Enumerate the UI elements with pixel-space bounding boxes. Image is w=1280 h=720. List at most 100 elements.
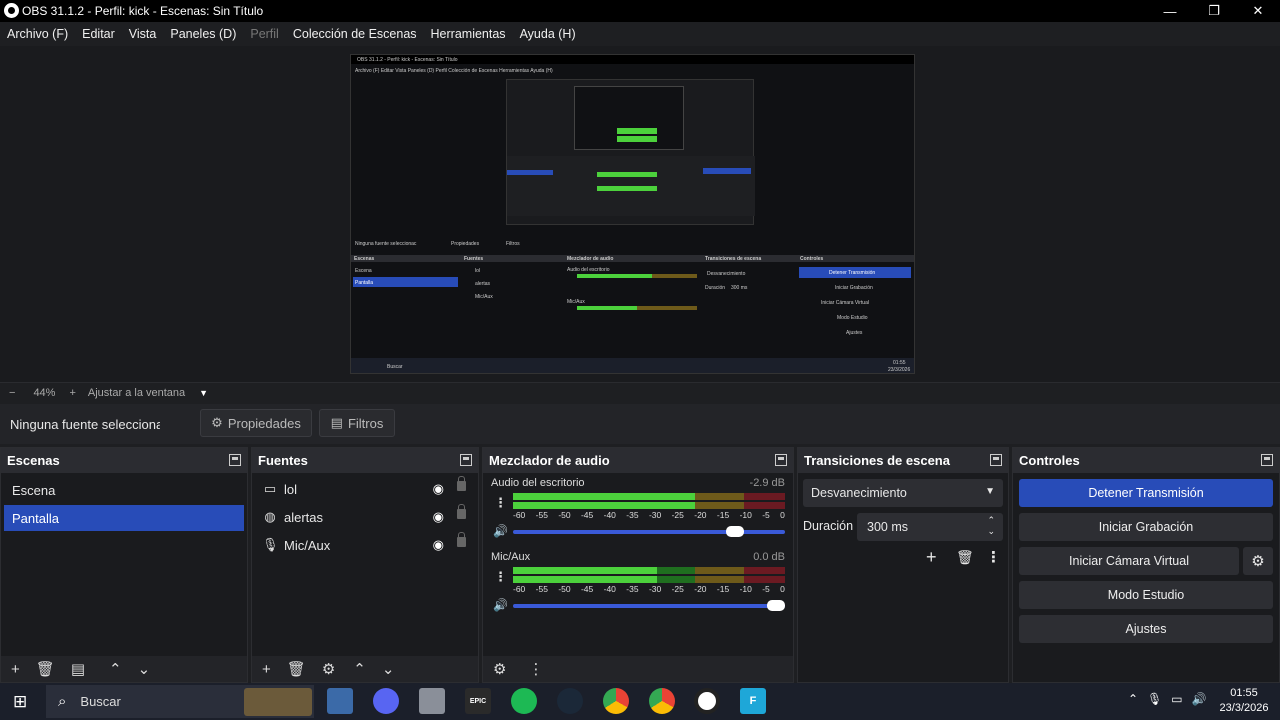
zoom-in-button[interactable]: + <box>69 387 75 399</box>
trash-icon[interactable]: 🗑 <box>287 660 306 678</box>
window-title: OBS 31.1.2 - Perfil: kick - Escenas: Sin… <box>22 4 264 18</box>
move-down-icon[interactable]: ⌄ <box>138 660 151 678</box>
source-item-lol[interactable]: ▭ lol ◉ <box>252 475 478 503</box>
more-icon[interactable]: ⋮ <box>528 660 543 678</box>
mini-nested-preview <box>506 79 755 225</box>
volume-slider[interactable] <box>513 600 785 611</box>
windows-start-icon[interactable]: ⊞ <box>13 692 27 712</box>
system-tray[interactable]: ⌃🎙▭🔊 <box>1128 692 1216 706</box>
menu-paneles[interactable]: Paneles (D) <box>170 27 236 41</box>
preview-canvas[interactable]: OBS 31.1.2 - Perfil: kick - Escenas: Sin… <box>350 54 915 374</box>
gear-icon: ⚙ <box>211 415 223 430</box>
scene-item-pantalla[interactable]: Pantalla <box>4 505 244 531</box>
file-explorer-icon[interactable] <box>327 688 353 714</box>
channel-name: Mic/Aux <box>491 551 531 563</box>
lock-icon[interactable] <box>457 504 466 519</box>
undock-icon[interactable] <box>775 454 787 466</box>
scene-item-escena[interactable]: Escena <box>4 477 244 503</box>
channel-menu-icon[interactable]: ⋮ <box>494 569 507 585</box>
speaker-icon[interactable]: 🔊 <box>493 598 508 612</box>
speaker-icon[interactable]: 🔊 <box>493 524 508 538</box>
chrome-icon[interactable] <box>603 688 629 714</box>
eye-icon[interactable]: ◉ <box>433 481 444 497</box>
app-f-icon[interactable]: F <box>740 688 766 714</box>
close-button[interactable]: ✕ <box>1236 0 1280 22</box>
start-recording-button[interactable]: Iniciar Grabación <box>1019 513 1273 541</box>
clock[interactable]: 01:55 23/3/2026 <box>1214 686 1274 716</box>
add-icon[interactable]: + <box>926 547 937 568</box>
undock-icon[interactable] <box>460 454 472 466</box>
undock-icon[interactable] <box>990 454 1002 466</box>
menu-editar[interactable]: Editar <box>82 27 115 41</box>
menu-archivo[interactable]: Archivo (F) <box>7 27 68 41</box>
transition-select[interactable]: Desvanecimiento ▼ <box>803 479 1003 507</box>
menu-herramientas[interactable]: Herramientas <box>431 27 506 41</box>
eye-icon[interactable]: ◉ <box>433 537 444 553</box>
volume-knob[interactable] <box>767 600 785 611</box>
eye-icon[interactable]: ◉ <box>433 509 444 525</box>
zoom-out-button[interactable]: − <box>9 387 15 399</box>
gear-icon[interactable]: ⚙ <box>1243 547 1273 575</box>
move-up-icon[interactable]: ⌃ <box>353 660 366 678</box>
controls-header: Controles <box>1013 448 1279 473</box>
virtual-camera-button[interactable]: Iniciar Cámara Virtual <box>1019 547 1239 575</box>
scale-tick-label: -55 <box>535 584 548 594</box>
chrome-profile-icon[interactable] <box>649 688 675 714</box>
meter-fill <box>513 502 696 509</box>
source-item-alertas[interactable]: ◍ alertas ◉ <box>252 503 478 531</box>
settings-button[interactable]: Ajustes <box>1019 615 1273 643</box>
trash-icon[interactable]: 🗑 <box>36 660 55 678</box>
lock-icon[interactable] <box>457 476 466 491</box>
taskbar-search[interactable]: ⌕ Buscar <box>46 685 314 718</box>
advanced-audio-icon[interactable]: ⚙ <box>493 660 506 678</box>
scale-tick-label: -15 <box>716 510 730 520</box>
undock-icon[interactable] <box>1261 454 1273 466</box>
source-item-mic[interactable]: 🎙 Mic/Aux ◉ <box>252 531 478 559</box>
scale-tick-label: -15 <box>716 584 730 594</box>
scale-tick-label: -20 <box>694 584 707 594</box>
level-meter <box>513 567 785 574</box>
mini-date: 23/3/2026 <box>888 367 911 373</box>
app-icon[interactable] <box>419 688 445 714</box>
trash-icon[interactable]: 🗑 <box>956 549 974 566</box>
spotify-icon[interactable] <box>511 688 537 714</box>
taskbar: ⊞ ⌕ Buscar ⌃🎙▭🔊 01:55 23/3/2026 <box>0 683 1280 720</box>
add-icon[interactable]: + <box>262 661 271 678</box>
gear-icon[interactable]: ⚙ <box>322 660 335 678</box>
menu-perfil[interactable]: Perfil <box>250 27 278 41</box>
discord-icon[interactable] <box>373 688 399 714</box>
obs-icon[interactable] <box>694 688 720 714</box>
source-label: Mic/Aux <box>284 537 331 553</box>
volume-slider[interactable] <box>513 526 785 537</box>
menu-ayuda[interactable]: Ayuda (H) <box>520 27 576 41</box>
chevron-down-icon: ▼ <box>985 486 995 497</box>
stepper-icon[interactable]: ⌃ ⌄ <box>987 515 995 537</box>
mini-filters: Filtros <box>506 241 520 247</box>
lock-icon[interactable] <box>457 532 466 547</box>
meter-fill <box>513 493 696 500</box>
menu-coleccion[interactable]: Colección de Escenas <box>293 27 417 41</box>
channel-menu-icon[interactable]: ⋮ <box>494 495 507 511</box>
source-toolbar: Ninguna fuente seleccionac <box>0 404 1280 444</box>
volume-knob[interactable] <box>726 526 745 537</box>
filters-button[interactable]: ▤ Filtros <box>319 409 395 437</box>
stop-stream-button[interactable]: Detener Transmisión <box>1019 479 1273 507</box>
fit-window-label[interactable]: Ajustar a la ventana <box>88 387 185 399</box>
move-down-icon[interactable]: ⌄ <box>382 660 395 678</box>
steam-icon[interactable] <box>557 688 583 714</box>
properties-button[interactable]: ⚙ Propiedades <box>200 409 312 437</box>
menu-vista[interactable]: Vista <box>129 27 157 41</box>
duration-field[interactable]: 300 ms ⌃ ⌄ <box>857 513 1003 541</box>
restore-button[interactable]: ❐ <box>1192 0 1236 22</box>
more-icon[interactable]: ⋮ <box>986 548 1001 566</box>
scale-tick-label: -10 <box>739 510 752 520</box>
move-up-icon[interactable]: ⌃ <box>109 660 122 678</box>
studio-mode-button[interactable]: Modo Estudio <box>1019 581 1273 609</box>
minimize-button[interactable]: — <box>1148 0 1192 22</box>
chevron-down-icon[interactable]: ▼ <box>199 388 208 398</box>
undock-icon[interactable] <box>229 454 241 466</box>
add-icon[interactable]: + <box>11 661 20 678</box>
epic-games-icon[interactable]: EPIC <box>465 688 491 714</box>
scale-tick-label: 0 <box>780 510 785 520</box>
filter-icon[interactable]: ▤ <box>71 660 85 678</box>
